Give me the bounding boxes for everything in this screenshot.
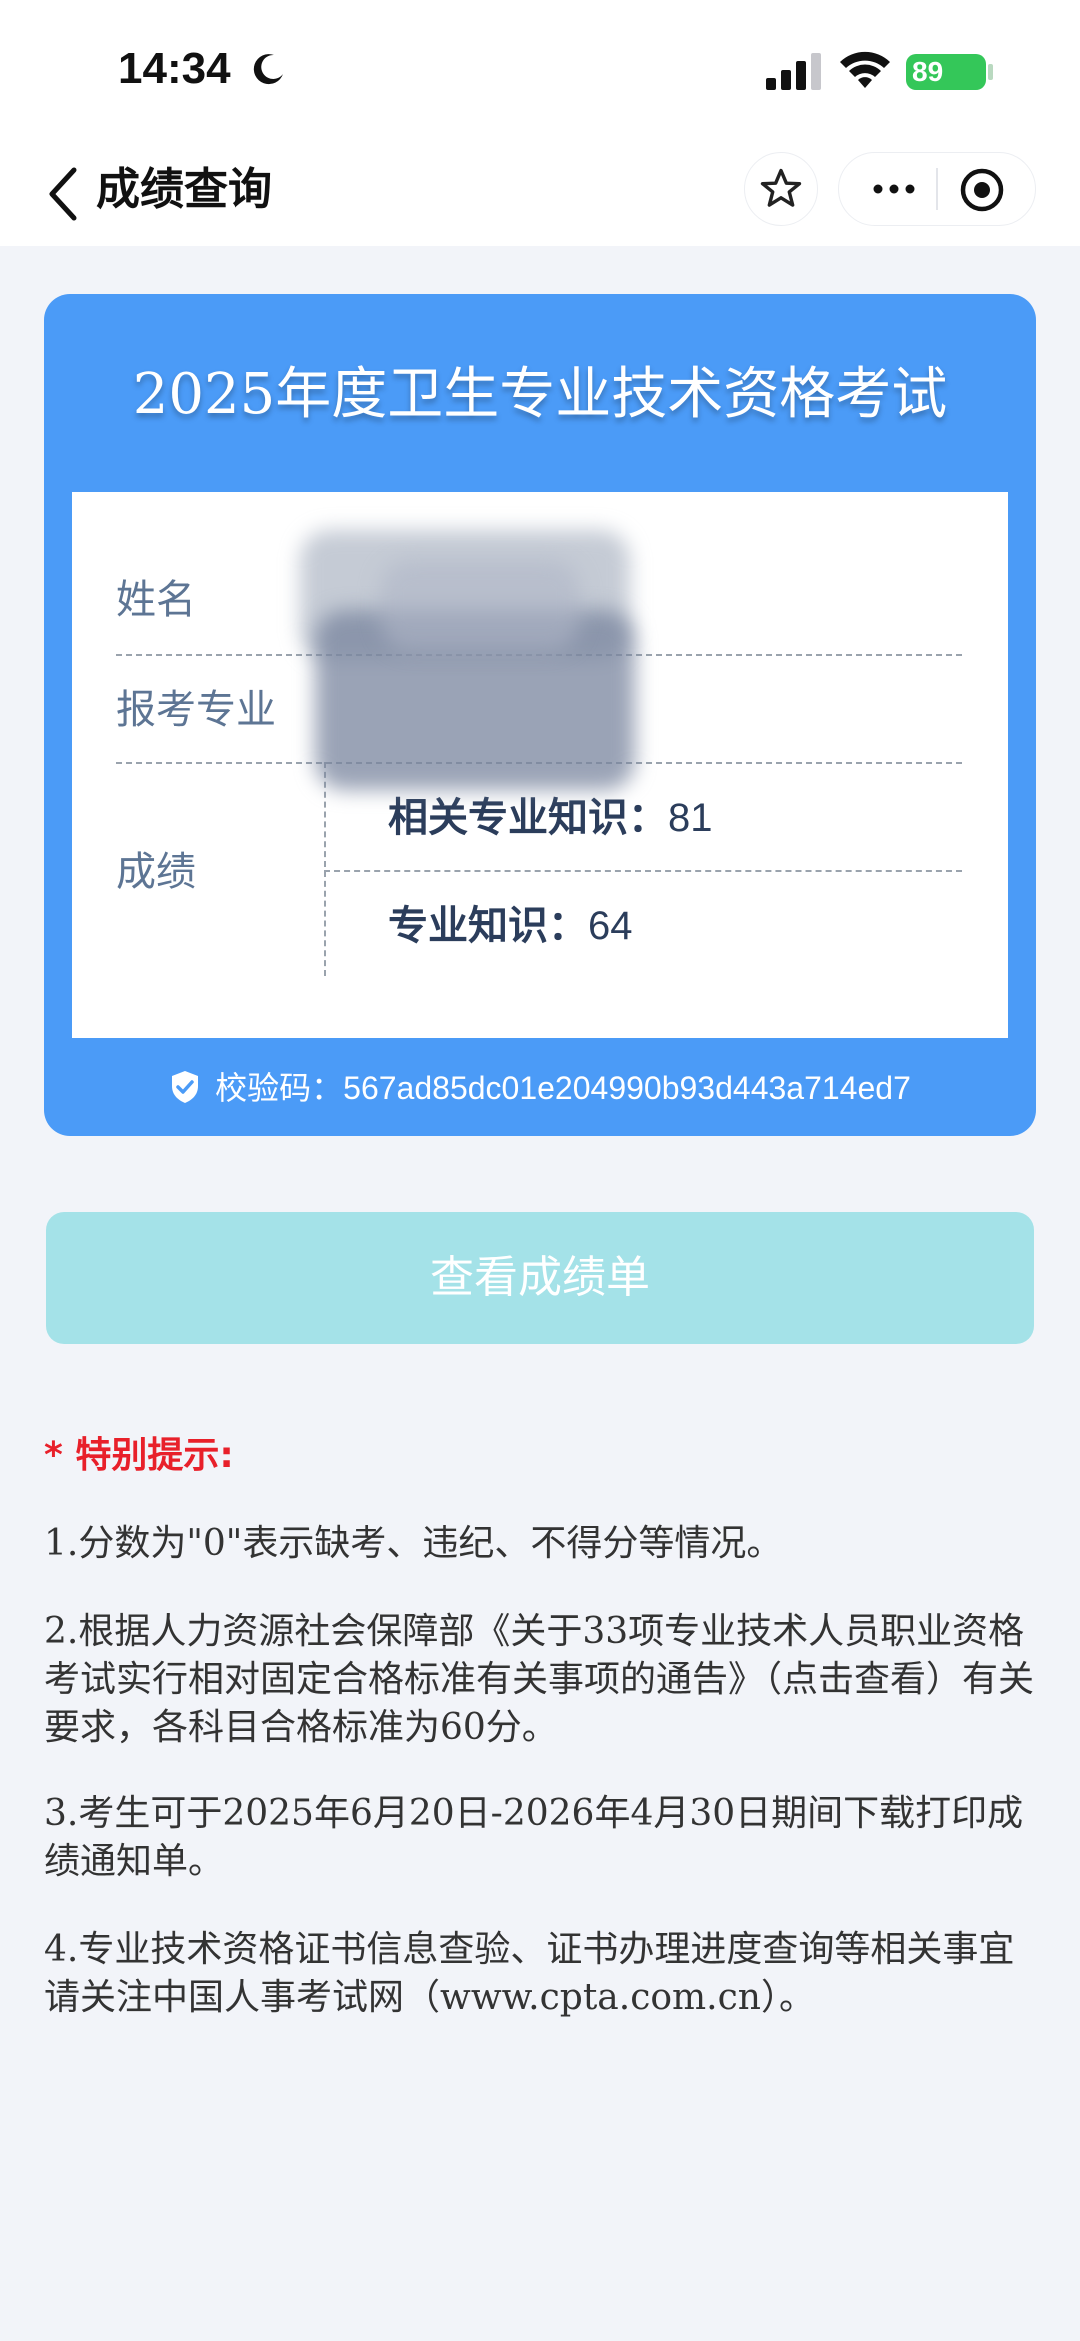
status-time: 14:34: [118, 44, 231, 93]
target-icon[interactable]: [958, 166, 1006, 214]
notice-item-3: 3.考生可于2025年6月20日-2026年4月30日期间下载打印成绩通知单。: [44, 1793, 1024, 1882]
shield-check-icon: [172, 1071, 199, 1103]
verify-label: 校验码：: [215, 1069, 344, 1107]
score-row-professional: 专业知识：64: [388, 900, 633, 952]
exam-title: 2025年度卫生专业技术资格考试: [132, 362, 948, 427]
notice-heading: * 特别提示:: [44, 1435, 234, 1476]
column-divider: [324, 762, 326, 976]
score-row-related: 相关专业知识：81: [388, 792, 713, 844]
page-title: 成绩查询: [96, 164, 272, 215]
wifi-icon: [840, 51, 890, 88]
subject-name: 专业知识：: [388, 903, 588, 949]
battery-cap: [988, 64, 993, 80]
notice-item-2[interactable]: 2.根据人力资源社会保障部《关于33项专业技术人员职业资格考试实行相对固定合格标…: [44, 1608, 1034, 1752]
star-icon: [760, 168, 802, 207]
moon-icon: [253, 54, 283, 85]
battery-level: 89: [912, 56, 944, 87]
redaction-mark: [380, 560, 580, 650]
battery-indicator: 89: [906, 54, 986, 90]
subject-score: 64: [588, 904, 633, 948]
score-divider: [324, 870, 962, 872]
capsule-divider: [936, 168, 938, 210]
more-icon[interactable]: [868, 174, 920, 204]
subject-score: 81: [668, 796, 713, 840]
notice-item-1: 1.分数为"0"表示缺考、违纪、不得分等情况。: [44, 1523, 783, 1564]
verify-code-line: 校验码：567ad85dc01e204990b93d443a714ed7: [44, 1062, 1036, 1114]
verify-code: 567ad85dc01e204990b93d443a714ed7: [343, 1070, 911, 1106]
view-transcript-button[interactable]: 查看成绩单: [46, 1212, 1034, 1344]
signal-icon: [766, 53, 821, 90]
favorite-button[interactable]: [744, 152, 818, 226]
back-chevron-icon[interactable]: [46, 164, 82, 224]
specialty-label: 报考专业: [116, 687, 276, 733]
name-label: 姓名: [116, 577, 196, 623]
notice-item-4: 4.专业技术资格证书信息查验、证书办理进度查询等相关事宜请关注中国人事考试网（w…: [44, 1929, 1015, 2018]
score-label: 成绩: [116, 849, 196, 895]
subject-name: 相关专业知识：: [388, 795, 668, 841]
